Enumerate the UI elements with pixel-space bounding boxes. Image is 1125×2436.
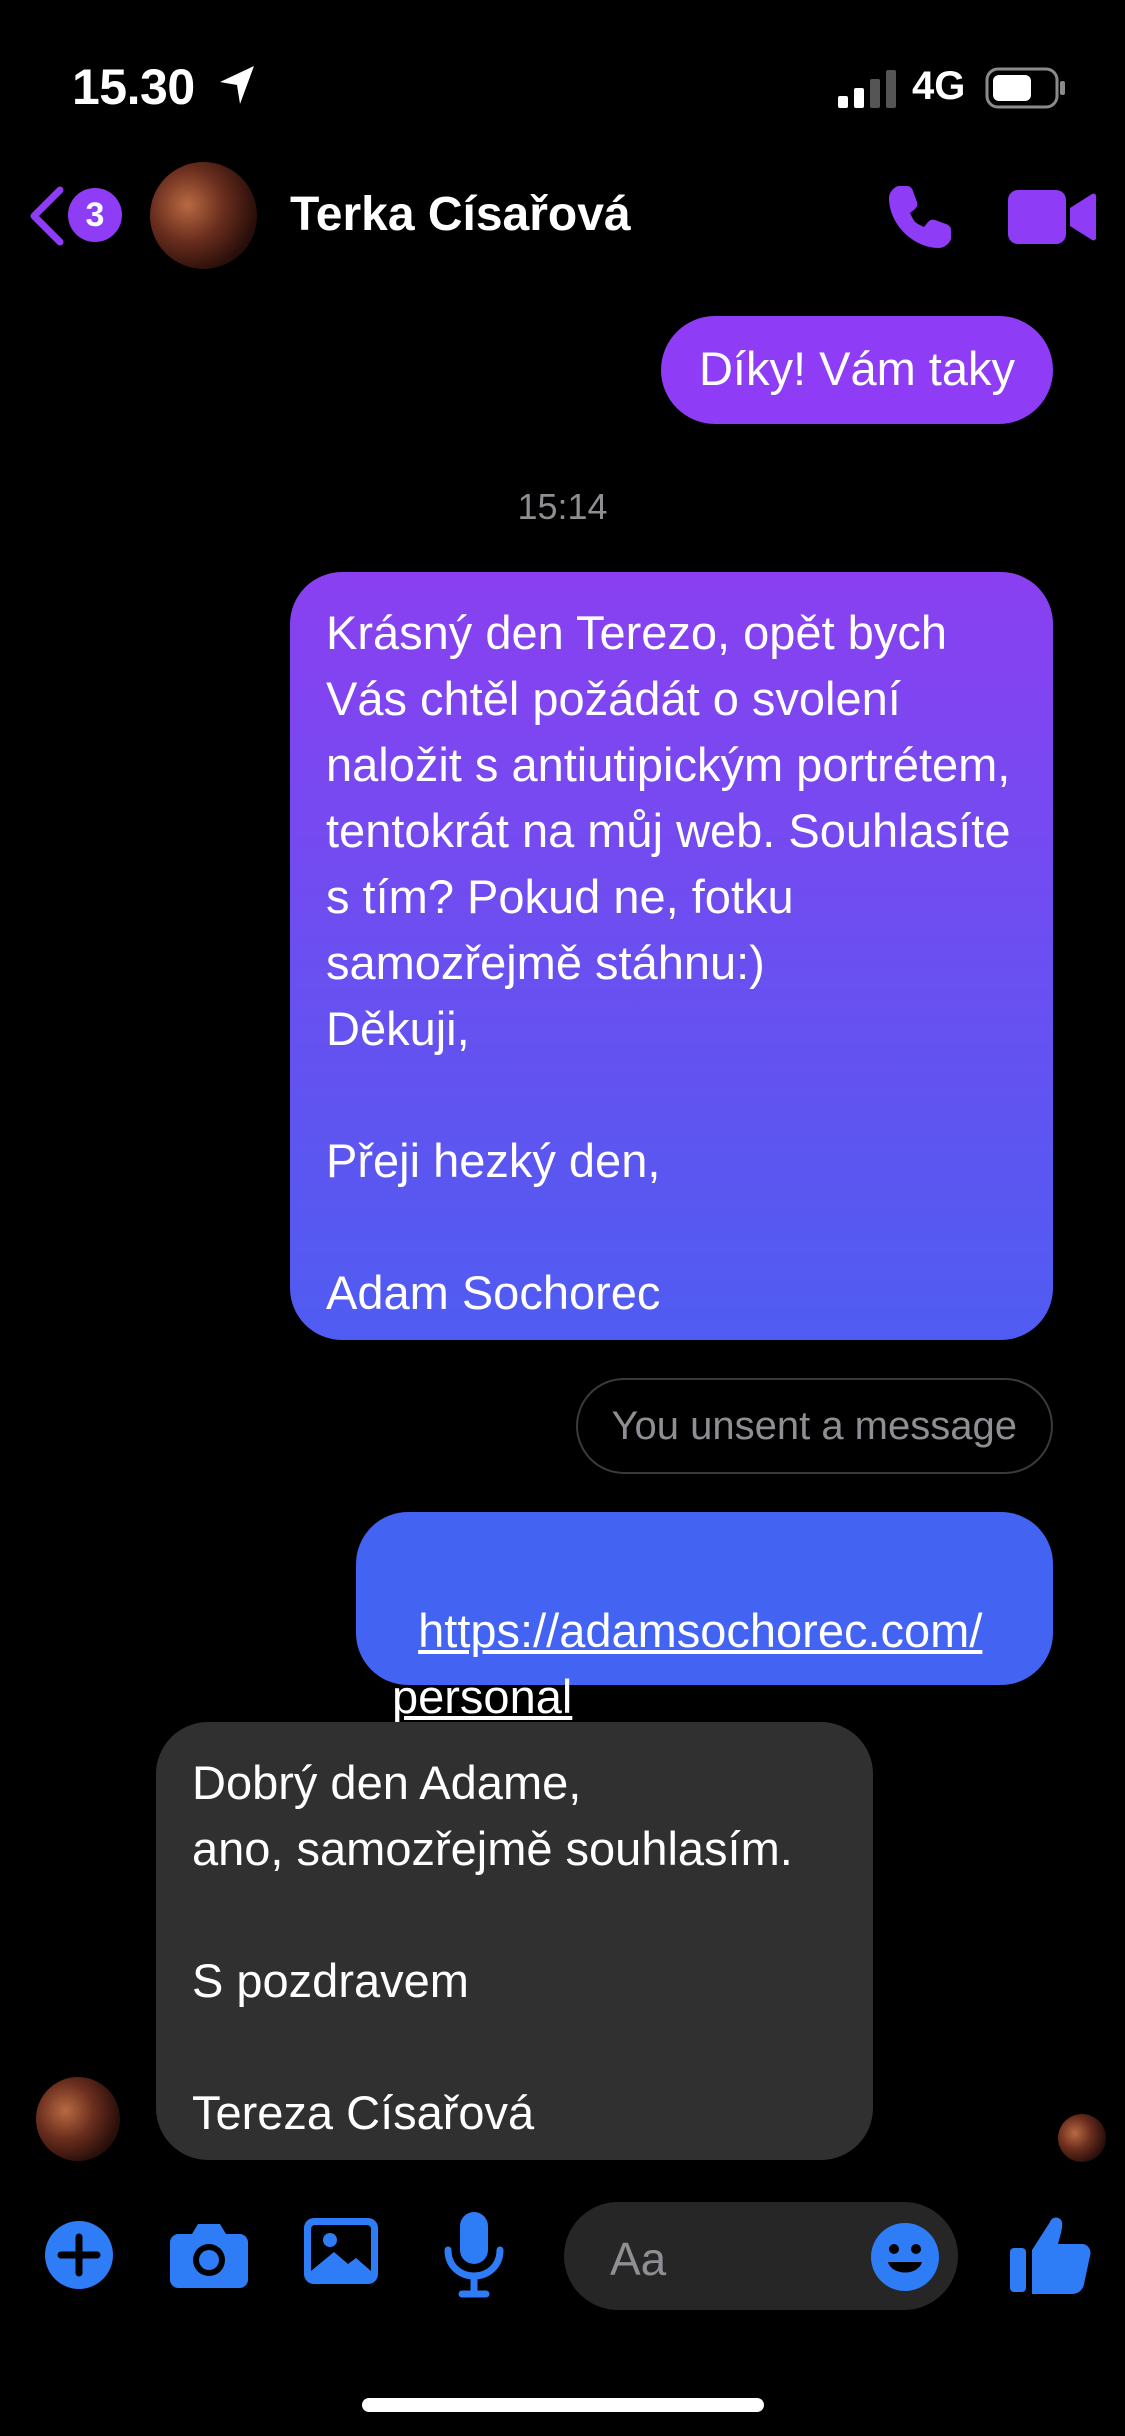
link-text-line-1: https://adamsochorec.com/ (418, 1604, 983, 1657)
link-text-line-2: personal (392, 1670, 573, 1723)
home-indicator[interactable] (362, 2398, 764, 2412)
plus-icon[interactable] (44, 2220, 114, 2290)
outgoing-message[interactable]: Krásný den Terezo, opět bych Vás chtěl p… (290, 572, 1053, 1340)
video-camera-icon[interactable] (1008, 186, 1096, 248)
microphone-icon[interactable] (444, 2212, 504, 2298)
contact-avatar[interactable] (150, 162, 257, 269)
unread-badge: 3 (68, 188, 122, 242)
unsent-message-notice: You unsent a message (575, 1378, 1053, 1474)
cellular-signal-icon (838, 70, 896, 108)
network-type: 4G (912, 64, 966, 108)
incoming-message[interactable]: Dobrý den Adame, ano, samozřejmě souhlas… (156, 1722, 873, 2160)
input-placeholder: Aa (610, 2233, 667, 2285)
read-receipt-avatar (1058, 2114, 1106, 2162)
thumbs-up-icon[interactable] (1008, 2212, 1092, 2296)
back-button[interactable]: 3 (22, 180, 132, 252)
location-arrow-icon (220, 66, 254, 104)
battery-icon (985, 67, 1065, 109)
back-chevron-icon (30, 186, 64, 246)
phone-icon[interactable] (885, 182, 955, 252)
status-time: 15.30 (72, 59, 195, 115)
outgoing-link-message[interactable]: https://adamsochorec.com/personal (356, 1512, 1053, 1723)
outgoing-message[interactable]: Díky! Vám taky (660, 316, 1053, 424)
message-link[interactable]: https://adamsochorec.com/personal (392, 1604, 982, 1723)
message-timestamp: 15:14 (517, 486, 608, 527)
message-input[interactable]: Aa (564, 2202, 958, 2310)
sender-avatar[interactable] (36, 2077, 120, 2161)
contact-name[interactable]: Terka Císařová (290, 187, 631, 242)
emoji-icon[interactable] (870, 2222, 940, 2292)
camera-icon[interactable] (170, 2222, 248, 2288)
image-icon[interactable] (304, 2218, 378, 2284)
